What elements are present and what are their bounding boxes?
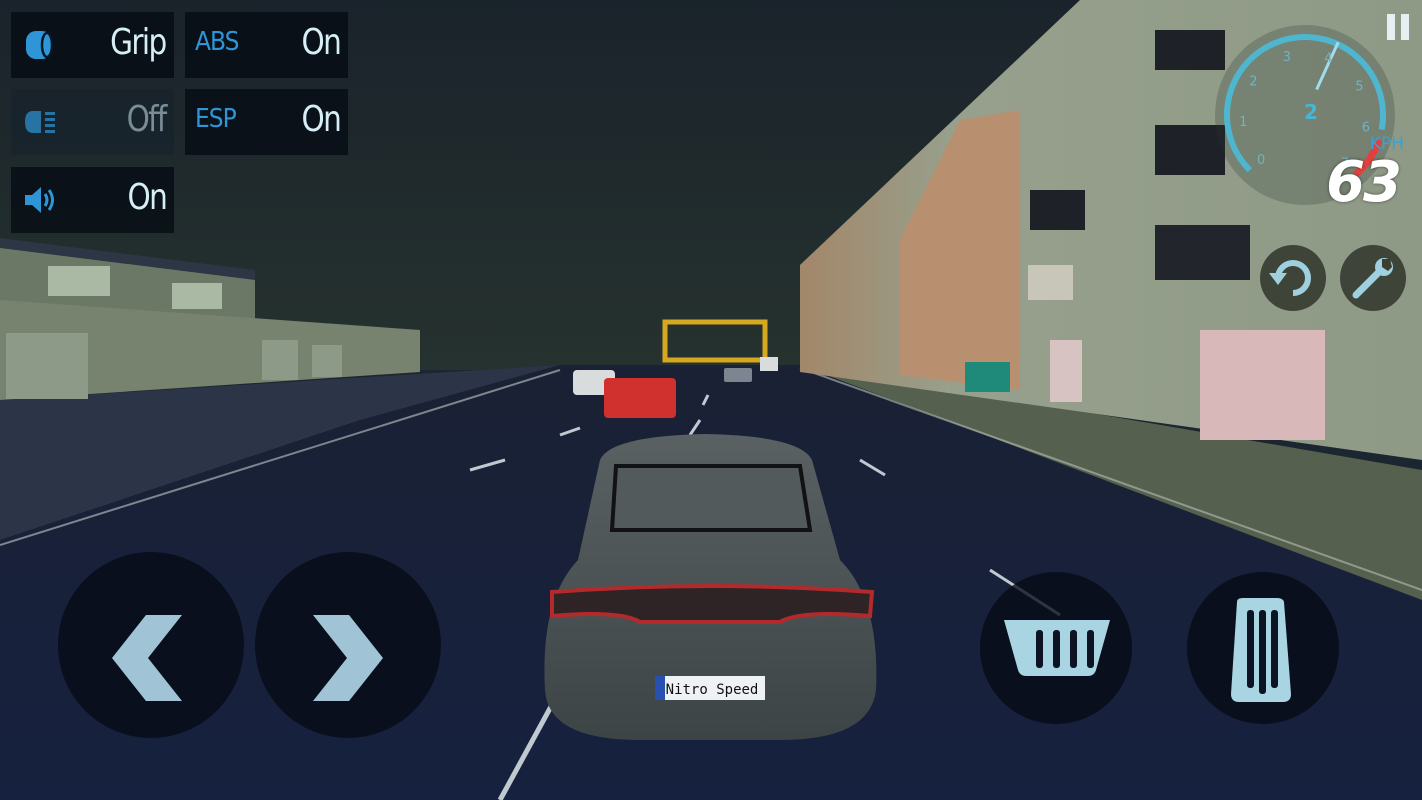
tachometer-tick-label: 3 <box>1283 50 1291 65</box>
wrench-icon <box>1352 258 1393 299</box>
esp-toggle[interactable]: ESP On <box>185 89 348 155</box>
abs-toggle[interactable]: ABS On <box>185 12 348 78</box>
speaker-icon <box>25 187 54 213</box>
sound-value: On <box>127 177 167 218</box>
tires-toggle[interactable]: Grip <box>11 12 174 78</box>
headlights-toggle[interactable]: Off <box>11 89 174 155</box>
tachometer-tick-label: 4 <box>1324 52 1332 67</box>
tachometer-tick-label: 0 <box>1257 153 1265 168</box>
headlights-value: Off <box>126 99 168 140</box>
gas-pedal-icon <box>1231 598 1291 702</box>
chevron-left-icon <box>112 615 182 701</box>
tachometer-tick-label: 1 <box>1239 115 1247 130</box>
tires-value: Grip <box>110 22 168 63</box>
reset-icon <box>1269 260 1311 296</box>
pause-icon <box>1387 14 1409 40</box>
reset-button[interactable] <box>1260 245 1326 311</box>
esp-label: ESP <box>195 104 237 134</box>
brake-pedal-icon <box>1004 620 1110 676</box>
chevron-right-icon <box>313 615 383 701</box>
headlight-icon <box>25 111 55 133</box>
steer-right-button[interactable] <box>255 552 441 738</box>
accelerator-button[interactable] <box>1187 572 1339 724</box>
abs-value: On <box>301 22 341 63</box>
tachometer-tick-label: 2 <box>1249 75 1257 90</box>
pause-button[interactable] <box>1385 12 1411 42</box>
abs-label: ABS <box>195 27 239 57</box>
speed-readout: 63 <box>1326 150 1402 215</box>
esp-value: On <box>301 99 341 140</box>
tachometer-tick-label: 5 <box>1355 79 1363 94</box>
steer-left-button[interactable] <box>58 552 244 738</box>
gear-indicator: 2 <box>1304 100 1318 124</box>
sound-toggle[interactable]: On <box>11 167 174 233</box>
tire-icon <box>26 31 54 59</box>
tachometer-tick-label: 6 <box>1362 121 1370 136</box>
garage-button[interactable] <box>1340 245 1406 311</box>
license-plate-text: Nitro Speed <box>666 682 759 698</box>
brake-button[interactable] <box>980 572 1132 724</box>
